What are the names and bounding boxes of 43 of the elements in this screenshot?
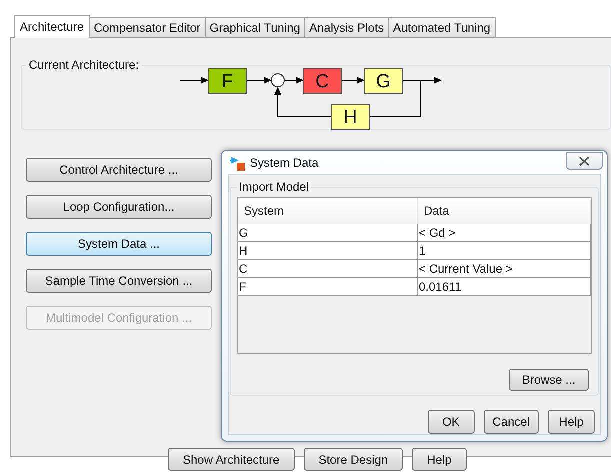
close-button[interactable] <box>566 152 603 170</box>
action-button[interactable]: Loop Configuration... <box>26 195 212 219</box>
browse-button[interactable]: Browse ... <box>509 369 589 391</box>
tab[interactable]: Analysis Plots <box>304 17 390 37</box>
diagram-block: C <box>303 68 342 94</box>
dialog-title: System Data <box>250 156 319 170</box>
signal-arrow <box>340 77 365 84</box>
column-header[interactable]: Data <box>418 198 591 225</box>
tab[interactable]: Compensator Editor <box>89 17 206 37</box>
group-title: Import Model <box>238 180 310 194</box>
tab[interactable]: Architecture <box>14 15 90 38</box>
table-cell[interactable]: F <box>238 278 418 296</box>
action-button[interactable]: System Data ... <box>26 232 212 256</box>
group-title: Current Architecture: <box>28 58 140 72</box>
footer-button[interactable]: Help <box>412 448 467 471</box>
signal-arrow <box>402 77 442 84</box>
dialog-button[interactable]: OK <box>428 410 475 434</box>
action-button[interactable]: Sample Time Conversion ... <box>26 269 212 293</box>
tab[interactable]: Automated Tuning <box>388 17 496 37</box>
signal-arrow <box>180 77 209 84</box>
table-cell[interactable]: 0.01611 <box>418 278 591 296</box>
diagram-block: F <box>208 68 247 94</box>
signal-arrow <box>284 77 304 84</box>
diagram-block: H <box>331 104 370 130</box>
dialog-button[interactable]: Help <box>548 410 595 434</box>
footer-button[interactable]: Show Architecture <box>168 448 295 471</box>
tab[interactable]: Graphical Tuning <box>204 17 306 37</box>
action-button[interactable]: Control Architecture ... <box>26 158 212 182</box>
summing-junction <box>271 74 285 88</box>
table-cell[interactable]: H <box>238 242 418 260</box>
signal-arrow <box>246 77 272 84</box>
column-header[interactable]: System <box>238 198 418 225</box>
table-cell[interactable]: < Current Value > <box>418 260 591 278</box>
table-cell[interactable]: 1 <box>418 242 591 260</box>
signal-arrow <box>274 87 332 117</box>
table-cell[interactable]: C <box>238 260 418 278</box>
footer-button[interactable]: Store Design <box>304 448 404 471</box>
table-cell[interactable]: < Gd > <box>418 224 591 242</box>
arrow-block-icon <box>230 154 246 170</box>
close-icon <box>579 156 590 166</box>
dialog-button[interactable]: Cancel <box>484 410 539 434</box>
diagram-block: G <box>364 68 403 94</box>
table-cell[interactable]: G <box>238 224 418 242</box>
